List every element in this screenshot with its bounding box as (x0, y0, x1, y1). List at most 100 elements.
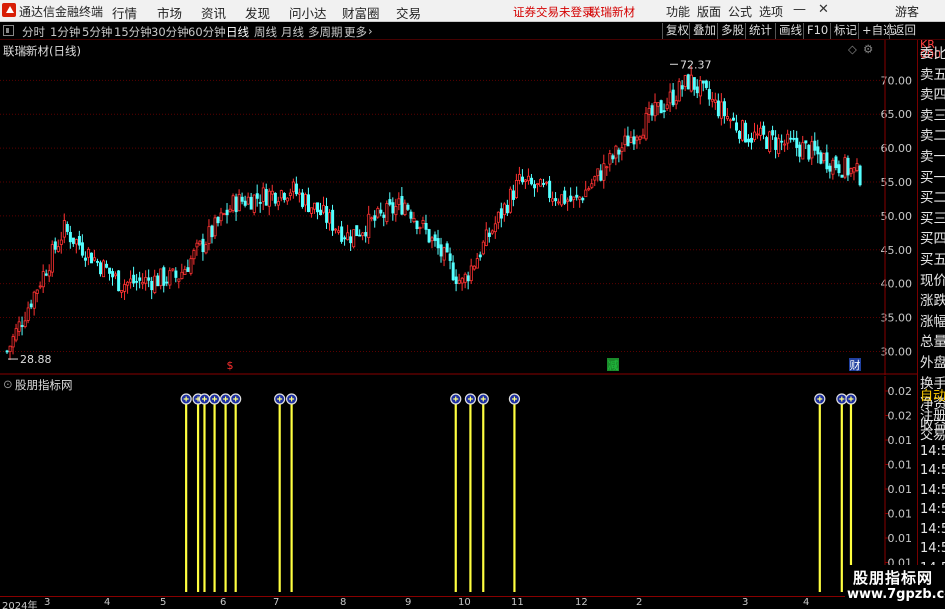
candle-body (496, 211, 500, 223)
candle-body (355, 225, 359, 237)
candle-body (719, 101, 723, 119)
tool-fanhui[interactable]: 返回 (889, 23, 919, 39)
candle-body (334, 228, 338, 231)
main-kline-chart[interactable]: 联瑞新材(日线) ⊙ ◇ ⚙ 30.00 35.00 40.00 45.00 50.00… (0, 40, 917, 375)
tool-fuquan[interactable]: 复权 (662, 23, 692, 39)
candle-body (548, 180, 552, 198)
side-item-12: 涨跌 (920, 293, 945, 310)
watermark-url: www.7gpzb.com (847, 587, 945, 602)
menu-faxian[interactable]: 发现 (245, 3, 270, 22)
candle-body (291, 181, 295, 193)
candle-body (391, 202, 395, 214)
period-toolbar: 分时 1分钟 5分钟 15分钟 30分钟 60分钟 日线 周线 月线 多周期 更… (0, 22, 945, 40)
candle-body (174, 270, 178, 278)
period-5min[interactable]: 5分钟 (82, 24, 112, 40)
candle-body (499, 208, 503, 219)
candle-body (747, 138, 751, 143)
candle-body (147, 277, 151, 281)
candle-body (47, 270, 51, 277)
candle-body (285, 197, 289, 202)
candle-body (123, 284, 127, 292)
close-icon[interactable]: ✕ (818, 2, 829, 17)
date-tick-4: 6 (220, 597, 227, 608)
date-tick-9: 11 (511, 597, 524, 608)
candle-body (216, 216, 220, 224)
menu-shichang[interactable]: 市场 (157, 3, 182, 22)
candle-body (222, 213, 226, 216)
candle-body (777, 138, 781, 154)
menu-xuanxiang[interactable]: 选项 (759, 3, 783, 20)
menu-banmian[interactable]: 版面 (697, 3, 721, 20)
side-bottom-item-6: 14:56 (920, 502, 945, 517)
side-bottom-item-2[interactable]: 交易 (920, 424, 945, 443)
candle-body (129, 278, 133, 283)
period-day[interactable]: 日线 (226, 24, 249, 40)
indicator-chart[interactable]: 0.020.020.010.010.010.010.010.010.01 ⊙ 股… (0, 376, 917, 596)
sub-y-label: 0.02 (888, 410, 913, 423)
menu-wenxiaoda[interactable]: 问小达 (289, 3, 327, 22)
event-marker: $ (227, 359, 234, 372)
candle-body (771, 130, 775, 136)
candle-body (659, 100, 663, 114)
chevron-right-icon[interactable]: › (368, 24, 373, 38)
indicator-toggle-icon[interactable]: ⊙ (3, 377, 13, 391)
candle-body (599, 170, 603, 181)
candle-body (768, 131, 772, 153)
candle-body (17, 321, 21, 332)
menu-gongshi[interactable]: 公式 (728, 3, 752, 20)
candle-body (59, 239, 63, 245)
menu-jiaoyi[interactable]: 交易 (396, 3, 421, 22)
candle-body (144, 276, 148, 284)
candle-body (313, 202, 317, 210)
panel-toggle-icon[interactable] (3, 25, 14, 36)
tool-duogu[interactable]: 多股 (717, 23, 747, 39)
tool-biaoji[interactable]: 标记 (830, 23, 860, 39)
menu-zixun[interactable]: 资讯 (201, 3, 226, 22)
menu-caifuquan[interactable]: 财富圈 (342, 3, 380, 22)
indicator-plot: 0.020.020.010.010.010.010.010.010.01 (180, 376, 913, 596)
candle-body (340, 226, 344, 242)
candle-body (162, 267, 166, 286)
candle-body (186, 267, 190, 272)
date-tick-13: 4 (803, 597, 810, 608)
candle-body (581, 197, 585, 201)
candle-body (505, 204, 509, 214)
candle-body (376, 208, 380, 218)
period-fenshi[interactable]: 分时 (22, 24, 45, 40)
side-bottom-item-1[interactable]: 注册 (920, 405, 945, 424)
trade-login-notice[interactable]: 证券交易未登录 (513, 4, 594, 20)
date-tick-1: 3 (44, 597, 51, 608)
period-multi[interactable]: 多周期 (308, 24, 343, 40)
watermark: 股朋指标网 www.7gpzb.com (845, 565, 945, 609)
period-week[interactable]: 周线 (254, 24, 277, 40)
current-stock-notice: 联瑞新材 (589, 5, 635, 19)
candle-body (635, 136, 639, 141)
period-more[interactable]: 更多 (344, 24, 367, 40)
candle-body (487, 232, 491, 237)
date-tick-10: 12 (575, 597, 588, 608)
period-1min[interactable]: 1分钟 (50, 24, 80, 40)
candle-body (26, 307, 30, 321)
candle-body (56, 246, 60, 252)
candle-body (563, 190, 567, 204)
minimize-icon[interactable]: — (793, 2, 806, 17)
period-60min[interactable]: 60分钟 (188, 24, 226, 40)
tool-tongji[interactable]: 统计 (745, 23, 775, 39)
side-bottom-item-0[interactable]: 自动 (920, 385, 945, 404)
candle-body (478, 254, 482, 258)
menu-hangqing[interactable]: 行情 (112, 3, 137, 22)
tool-f10[interactable]: F10 (803, 23, 831, 39)
tool-diejia[interactable]: 叠加 (689, 23, 719, 39)
candle-body (454, 276, 458, 284)
candle-body (171, 268, 175, 271)
tool-huaxian[interactable]: 画线 (775, 23, 805, 39)
menu-gongneng[interactable]: 功能 (666, 3, 690, 20)
user-label[interactable]: 游客 (895, 3, 919, 20)
candle-body (370, 217, 374, 220)
candle-body (132, 274, 136, 284)
period-30min[interactable]: 30分钟 (151, 24, 189, 40)
candle-body (120, 289, 124, 293)
period-15min[interactable]: 15分钟 (114, 24, 152, 40)
candle-body (843, 157, 847, 178)
period-month[interactable]: 月线 (281, 24, 304, 40)
